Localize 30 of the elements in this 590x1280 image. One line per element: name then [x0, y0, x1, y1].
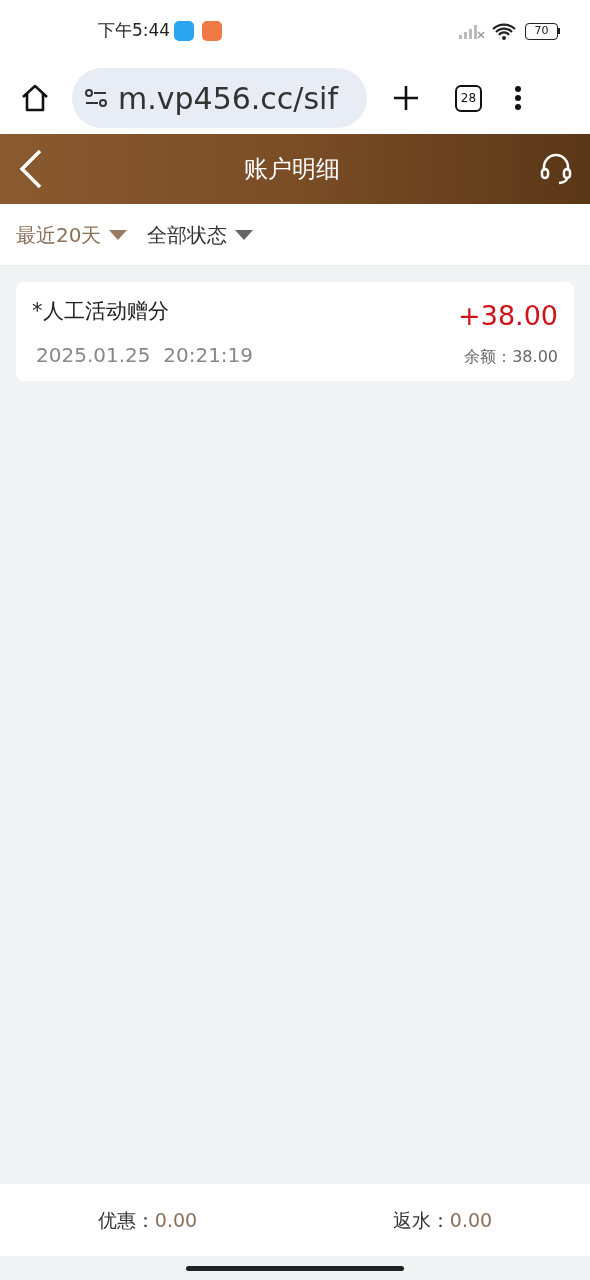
transaction-amount: +38.00 [458, 299, 558, 333]
caret-icon [109, 229, 128, 240]
battery-icon: 70 [525, 22, 560, 40]
caret-icon [235, 229, 254, 240]
page-title: 账户明细 [243, 154, 341, 185]
signal-icon [459, 23, 485, 39]
filter-dropdown[interactable]: 全部状态 [147, 219, 254, 250]
more-icon[interactable] [514, 85, 522, 111]
address-bar[interactable]: m.vp456.cc/sif [72, 68, 367, 128]
balance-text: 余额：38.00 [464, 345, 558, 368]
summary-value: 0.00 [449, 1207, 493, 1233]
headset-icon[interactable] [540, 153, 572, 185]
summary-label: 返水： [392, 1207, 450, 1233]
site-settings-icon[interactable] [84, 88, 108, 108]
summary-value: 0.00 [154, 1207, 198, 1233]
shop-app-icon [202, 21, 223, 41]
home-icon[interactable] [20, 83, 50, 113]
summary-label: 优惠： [97, 1207, 155, 1233]
transaction-time: 2025.01.25 20:21:19 [36, 341, 254, 369]
tab-count-button[interactable]: 28 [455, 84, 482, 112]
home-indicator[interactable] [186, 1265, 404, 1271]
filter-dropdown[interactable]: 最近20天 [16, 219, 128, 250]
new-tab-icon[interactable] [393, 85, 419, 111]
transaction-card[interactable]: *人工活动赠分 2025.01.25 20:21:19 +38.00 余额：38.00 [16, 282, 574, 381]
status-time: 下午5:44 [98, 19, 171, 43]
back-icon[interactable] [18, 148, 44, 190]
wifi-icon [491, 21, 517, 41]
chat-app-icon [174, 21, 195, 41]
url-text: m.vp456.cc/sif [118, 79, 338, 118]
transaction-title: *人工活动赠分 [32, 298, 170, 325]
